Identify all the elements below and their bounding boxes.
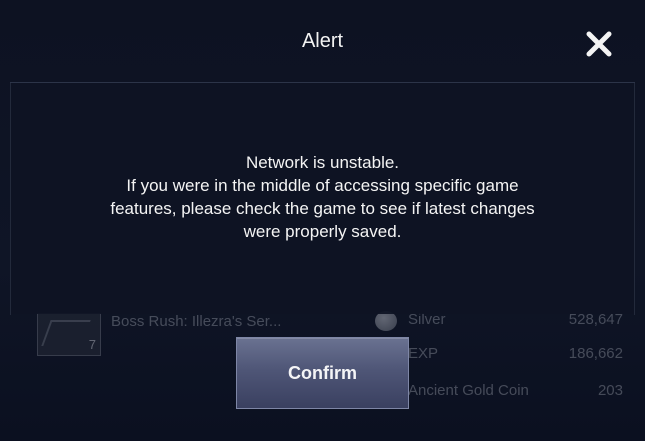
confirm-button-label: Confirm — [288, 362, 357, 383]
reward-row-exp: EXP 186,662 — [375, 344, 625, 366]
boss-thumbnail-art — [41, 320, 91, 346]
alert-message-line: Network is unstable. — [245, 153, 400, 172]
reward-value: 186,662 — [568, 345, 623, 362]
close-button[interactable] — [583, 28, 615, 60]
boss-name: Boss Rush: Illezra's Ser... — [111, 313, 282, 330]
close-icon — [586, 31, 612, 57]
reward-value: 203 — [597, 382, 623, 399]
alert-message-line: features, please check the game to see i… — [110, 199, 535, 218]
confirm-button[interactable]: Confirm — [236, 337, 409, 409]
reward-name: EXP — [408, 345, 439, 362]
boss-thumbnail: 7 — [37, 313, 101, 356]
alert-message-panel: Network is unstable. If you were in the … — [10, 82, 635, 315]
boss-level: 7 — [88, 337, 96, 352]
alert-message-line: If you were in the middle of accessing s… — [126, 176, 519, 195]
reward-name: Ancient Gold Coin — [408, 382, 529, 399]
silver-coin-icon — [375, 311, 397, 331]
alert-title: Alert — [301, 30, 344, 52]
alert-message: Network is unstable. If you were in the … — [10, 151, 635, 243]
alert-message-line: were properly saved. — [243, 222, 402, 241]
reward-row-ancient-gold-coin: Ancient Gold Coin 203 — [375, 381, 625, 403]
